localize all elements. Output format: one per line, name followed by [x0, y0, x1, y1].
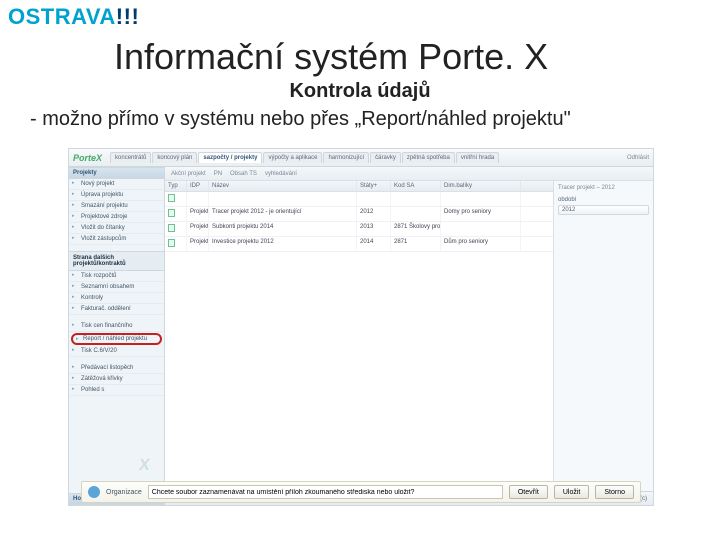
sidebar-item-proj-2[interactable]: Smazání projektu	[69, 201, 164, 212]
cell: Dům pro seniory	[441, 237, 521, 251]
toolbar-label-pn[interactable]: PN	[214, 171, 222, 177]
slide-description: - možno přímo v systému nebo přes „Repor…	[30, 108, 571, 131]
watermark-x: X	[139, 457, 150, 475]
main-toolbar: Akční projekt PN Obsah TS vyhledávání	[165, 167, 653, 181]
sidebar-item-tool-1[interactable]: Seznamní obsahem	[69, 282, 164, 293]
sidebar-item-tool-2[interactable]: Kontroly	[69, 293, 164, 304]
save-button[interactable]: Uložit	[554, 485, 590, 499]
sidebar-item-tool-0[interactable]: Tisk rozpočtů	[69, 271, 164, 282]
cell	[165, 237, 187, 251]
data-grid: TypIDPNázevStáty+Kod SADim.balíky Projek…	[165, 181, 653, 491]
brand-name: OSTRAVA	[8, 4, 116, 29]
table-row[interactable]: ProjektInvestice projektu 201220142871Dů…	[165, 237, 553, 252]
cell	[165, 192, 187, 206]
cell: Domy pro seniory	[441, 207, 521, 221]
tab-0[interactable]: koncentrátů	[110, 152, 151, 163]
sidebar-item-proj-1[interactable]: Úprava projektu	[69, 190, 164, 201]
cell: Projekt	[187, 207, 209, 221]
grid-col-header[interactable]: Název	[209, 181, 357, 191]
sidebar-item-report-preview[interactable]: Report / náhled projektu	[71, 333, 162, 345]
brand-suffix: !!!	[116, 4, 139, 29]
toolbar-label-search[interactable]: vyhledávání	[265, 171, 297, 177]
sidebar-item-print-c6[interactable]: Tisk C.6/V/20	[69, 346, 164, 357]
brand-logo: OSTRAVA!!!	[8, 4, 139, 30]
doc-icon	[168, 224, 175, 232]
cell	[165, 222, 187, 236]
cell: Investice projektu 2012	[209, 237, 357, 251]
tab-7[interactable]: vnitřní hrada	[456, 152, 499, 163]
cell: 2012	[357, 207, 391, 221]
sidebar-item-proj-0[interactable]: Nový projekt	[69, 179, 164, 190]
dialog-prompt-field[interactable]	[148, 485, 503, 499]
app-header: PorteX koncentrátůkoncový plánsazpočty /…	[69, 149, 653, 167]
cell: Subkonti projektu 2014	[209, 222, 357, 236]
cell: 2871 Školovy pro seniory	[391, 222, 441, 236]
download-dialog: Organizace Otevřít Uložit Storno	[81, 481, 641, 503]
toolbar-label-project[interactable]: Akční projekt	[171, 171, 206, 177]
tab-2[interactable]: sazpočty / projekty	[198, 152, 262, 163]
sidebar-item-tool-3[interactable]: Fakturač. oddělení	[69, 304, 164, 315]
sidebar-item-fin-0[interactable]: Tisk cen finančního	[69, 321, 164, 332]
cell	[187, 192, 209, 206]
cell	[357, 192, 391, 206]
tab-3[interactable]: výpočty a aplikace	[263, 152, 322, 163]
open-button[interactable]: Otevřít	[509, 485, 548, 499]
grid-col-header[interactable]: IDP	[187, 181, 209, 191]
sidebar-item-misc-0[interactable]: Předávací listopěch	[69, 363, 164, 374]
sidebar-item-misc-1[interactable]: Zátěžová křivky	[69, 374, 164, 385]
tab-6[interactable]: zpětná spotřeba	[402, 152, 455, 163]
cell	[391, 207, 441, 221]
signout-link[interactable]: Odhlásit	[627, 155, 649, 161]
slide-subtitle: Kontrola údajů	[0, 80, 720, 103]
grid-col-header[interactable]: Typ	[165, 181, 187, 191]
cell	[391, 192, 441, 206]
table-row[interactable]: ProjektTracer projekt 2012 - je orientuj…	[165, 207, 553, 222]
doc-icon	[168, 194, 175, 202]
app-window: PorteX koncentrátůkoncový plánsazpočty /…	[68, 148, 654, 506]
grid-col-header[interactable]: Státy+	[357, 181, 391, 191]
sidebar-section-projects[interactable]: Projekty	[69, 167, 164, 179]
cell	[209, 192, 357, 206]
table-row[interactable]: ProjektSubkonti projektu 201420132871 Šk…	[165, 222, 553, 237]
sidebar: Projekty Nový projektÚprava projektuSmaz…	[69, 167, 165, 505]
toolbar-label-obsah[interactable]: Obsah TS	[230, 171, 257, 177]
detail-panel: Tracer projekt – 2012 období 2012	[553, 181, 653, 491]
grid-col-header[interactable]: Kod SA	[391, 181, 441, 191]
app-tabs: koncentrátůkoncový plánsazpočty / projek…	[110, 152, 499, 163]
sidebar-item-misc-2[interactable]: Pohled s	[69, 385, 164, 396]
cell: Tracer projekt 2012 - je orientující	[209, 207, 357, 221]
grid-col-header[interactable]: Dim.balíky	[441, 181, 521, 191]
detail-title: Tracer projekt – 2012	[558, 185, 649, 191]
cell	[441, 222, 521, 236]
sidebar-item-proj-3[interactable]: Projektové zdroje	[69, 212, 164, 223]
detail-period-label: období	[558, 197, 649, 203]
sidebar-item-proj-4[interactable]: Vložit do čítanky	[69, 223, 164, 234]
doc-icon	[168, 239, 175, 247]
cell: 2013	[357, 222, 391, 236]
tab-4[interactable]: harmonizující	[323, 152, 369, 163]
cell: 2871	[391, 237, 441, 251]
cancel-button[interactable]: Storno	[595, 485, 634, 499]
cell: Projekt	[187, 222, 209, 236]
sidebar-item-proj-5[interactable]: Vložit zástupcům	[69, 234, 164, 245]
doc-icon	[168, 209, 175, 217]
grid-header: TypIDPNázevStáty+Kod SADim.balíky	[165, 181, 553, 192]
detail-period-value[interactable]: 2012	[558, 205, 649, 215]
dialog-org-label: Organizace	[106, 489, 142, 496]
main-panel: Akční projekt PN Obsah TS vyhledávání Ty…	[165, 167, 653, 505]
slide-title: Informační systém Porte. X	[114, 36, 548, 78]
table-row[interactable]	[165, 192, 553, 207]
tab-1[interactable]: koncový plán	[152, 152, 197, 163]
cell: 2014	[357, 237, 391, 251]
sidebar-heading-more-projects: Strana dalších projektů/kontraktů	[69, 251, 164, 271]
info-icon	[88, 486, 100, 498]
tab-5[interactable]: čáravky	[370, 152, 401, 163]
cell	[165, 207, 187, 221]
cell: Projekt	[187, 237, 209, 251]
cell	[441, 192, 521, 206]
app-product-logo: PorteX	[73, 153, 102, 163]
